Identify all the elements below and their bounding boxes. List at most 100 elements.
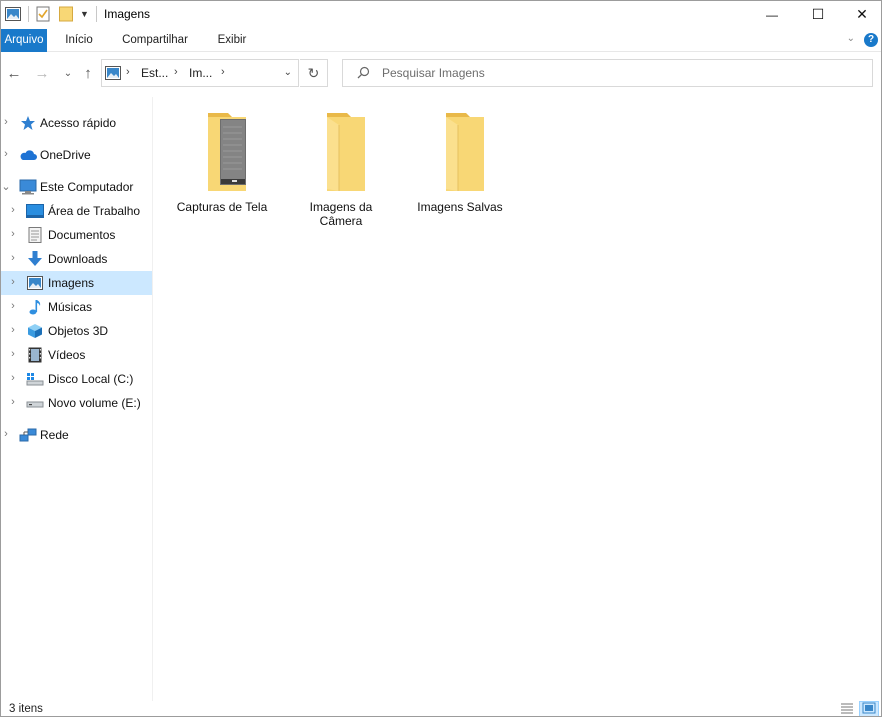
close-button[interactable]: ✕ [839,1,881,28]
sidebar-item-label: OneDrive [40,148,91,162]
sidebar-item-area-de-trabalho[interactable]: › Área de Trabalho [1,199,152,223]
tab-compartilhar[interactable]: Compartilhar [111,29,199,52]
ribbon-tab-bar: Arquivo Início Compartilhar Exibir ⌄ ? [1,29,881,52]
folder-imagens-salvas[interactable]: Imagens Salvas [410,109,510,239]
search-input[interactable] [382,64,852,82]
recent-locations-button[interactable]: ⌄ [58,63,78,83]
expand-chevron-icon[interactable]: › [1,428,11,440]
desktop-icon [26,203,44,219]
folder-name: Imagens Salvas [417,200,503,214]
tab-inicio[interactable]: Início [57,29,101,52]
expand-chevron-icon[interactable]: › [1,148,11,160]
folder-with-preview-icon [194,109,250,195]
breadcrumb-imagens[interactable]: Im... [189,66,212,80]
sidebar-item-label: Acesso rápido [40,116,117,130]
minimize-button[interactable]: — [749,1,795,28]
sidebar-item-objetos-3d[interactable]: › Objetos 3D [1,319,152,343]
sidebar-item-label: Rede [40,428,69,442]
sidebar-item-label: Novo volume (E:) [48,396,141,410]
status-bar: 3 itens [1,701,881,717]
title-separator [96,6,97,22]
sidebar-item-acesso-rapido[interactable]: › Acesso rápido [1,111,152,135]
sidebar-item-videos[interactable]: › Vídeos [1,343,152,367]
expand-chevron-icon[interactable]: › [1,116,11,128]
expand-chevron-icon[interactable]: › [8,252,18,264]
film-icon [26,347,44,363]
up-arrow-icon: ↑ [84,64,92,82]
sidebar-item-downloads[interactable]: › Downloads [1,247,152,271]
tab-arquivo[interactable]: Arquivo [1,29,47,52]
sidebar-item-label: Disco Local (C:) [48,372,134,386]
expand-chevron-icon[interactable]: › [8,396,18,408]
expand-chevron-icon[interactable]: › [8,228,18,240]
navigation-pane: › Acesso rápido › OneDrive ⌄ Este Comput… [1,97,153,701]
up-button[interactable]: ↑ [78,63,98,83]
sidebar-item-novo-volume-e[interactable]: › Novo volume (E:) [1,391,152,415]
folder-capturas-de-tela[interactable]: Capturas de Tela [172,109,272,239]
large-icons-view-button[interactable] [859,701,879,717]
sidebar-item-imagens[interactable]: › Imagens [1,271,152,295]
maximize-button[interactable]: ☐ [795,1,841,28]
breadcrumb-separator[interactable]: › [174,66,178,78]
documents-icon [26,227,44,243]
expand-chevron-icon[interactable]: › [8,204,18,216]
collapse-chevron-icon[interactable]: ⌄ [1,180,11,193]
file-list-pane: Capturas de Tela Imagens da Câmera Image… [154,97,881,701]
refresh-icon: ↻ [307,64,320,81]
folder-name: Imagens da Câmera [309,200,373,228]
expand-chevron-icon[interactable]: › [8,348,18,360]
back-button[interactable]: ← [4,63,24,83]
pictures-icon [26,275,44,291]
sidebar-item-label: Vídeos [48,348,86,362]
drive-e-icon [26,395,44,411]
address-dropdown-icon[interactable]: ⌄ [284,67,292,78]
breadcrumb-este-computador[interactable]: Est... [141,66,168,80]
sidebar-item-este-computador[interactable]: ⌄ Este Computador [1,175,152,199]
music-icon [26,299,44,315]
sidebar-item-label: Imagens [48,276,95,290]
back-arrow-icon: ← [6,64,22,82]
title-bar: ▼ Imagens — ☐ ✕ [1,1,881,28]
folder-name: Capturas de Tela [176,200,268,214]
new-folder-icon[interactable] [59,5,73,23]
sidebar-item-onedrive[interactable]: › OneDrive [1,143,152,167]
sidebar-item-rede[interactable]: › Rede [1,423,152,447]
details-view-icon [840,702,854,717]
sidebar-item-documentos[interactable]: › Documentos [1,223,152,247]
expand-chevron-icon[interactable]: › [8,372,18,384]
breadcrumb-separator[interactable]: › [221,66,225,78]
search-box[interactable] [342,59,873,87]
details-view-button[interactable] [837,701,857,717]
cloud-icon [19,147,37,163]
sidebar-item-label: Objetos 3D [48,324,109,338]
expand-chevron-icon[interactable]: › [8,324,18,336]
navigation-bar: ← → ⌄ ↑ › Est... › Im... › ⌄ ↻ [1,53,881,93]
folder-imagens-da-camera[interactable]: Imagens da Câmera [291,109,391,239]
pictures-window-icon[interactable] [5,5,21,23]
sidebar-item-disco-local-c[interactable]: › Disco Local (C:) [1,367,152,391]
tab-exibir[interactable]: Exibir [209,29,255,52]
drive-c-icon [26,371,44,387]
expand-ribbon-icon[interactable]: ⌄ [847,33,855,44]
window-title: Imagens [104,7,151,21]
expand-chevron-icon[interactable]: › [8,276,18,288]
large-icons-view-icon [862,702,876,717]
sidebar-item-musicas[interactable]: › Músicas [1,295,152,319]
refresh-button[interactable]: ↻ [300,59,328,87]
download-icon [26,251,44,267]
folder-icon [432,109,488,195]
address-bar[interactable]: › Est... › Im... › ⌄ [101,59,299,87]
maximize-icon: ☐ [811,6,825,22]
help-icon[interactable]: ? [864,33,878,47]
sidebar-item-label: Downloads [48,252,108,266]
forward-button[interactable]: → [32,63,52,83]
expand-chevron-icon[interactable]: › [8,300,18,312]
close-icon: ✕ [856,6,868,22]
sidebar-item-label: Este Computador [40,180,134,194]
breadcrumb-separator[interactable]: › [126,66,130,78]
forward-arrow-icon: → [34,64,50,82]
properties-icon[interactable] [36,5,50,23]
item-count: 3 itens [9,703,43,715]
customize-toolbar-icon[interactable]: ▼ [80,5,89,23]
sidebar-item-label: Documentos [48,228,116,242]
